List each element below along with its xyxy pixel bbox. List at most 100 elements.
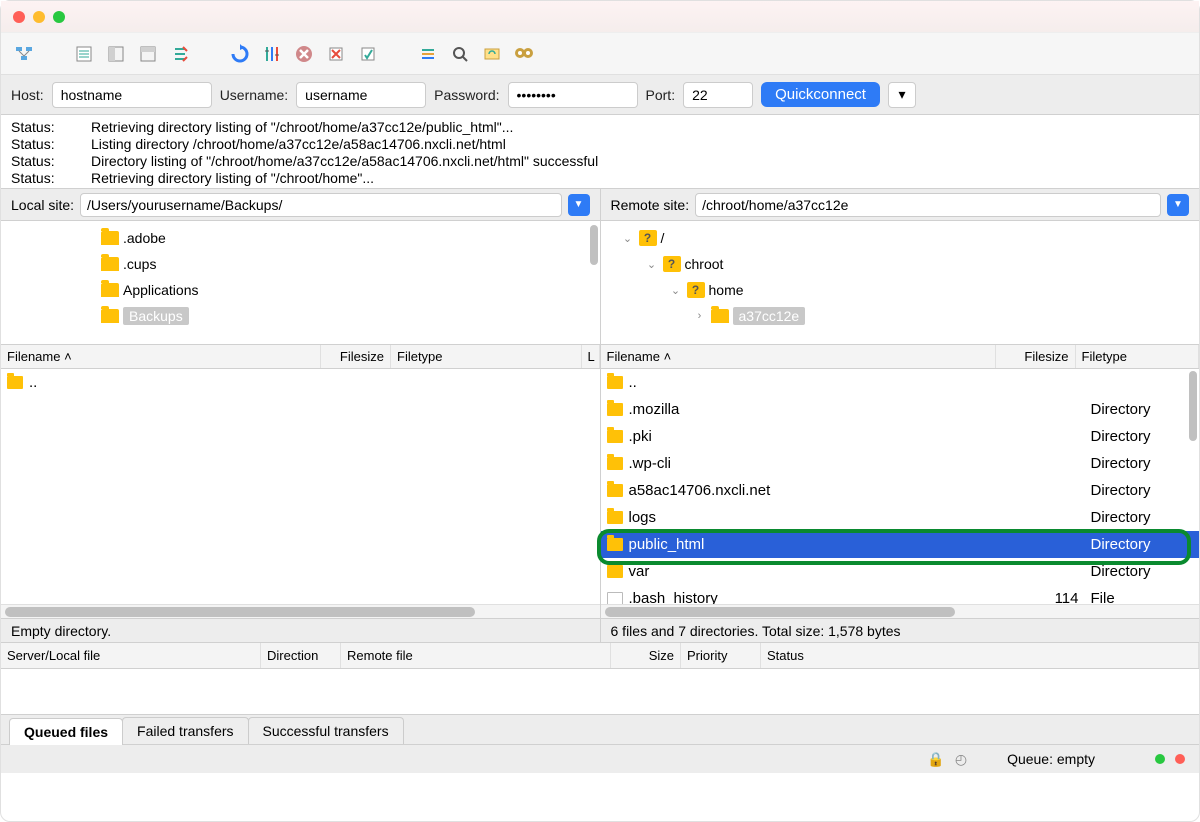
minimize-icon[interactable] [33,11,45,23]
filter-icon[interactable] [415,41,441,67]
list-item[interactable]: .bash_history114File [601,585,1200,604]
tree-label: .adobe [123,230,166,246]
tree-node-chroot[interactable]: chroot [685,256,724,272]
folder-unknown-icon: ? [639,230,657,246]
local-files-body[interactable]: .. [1,369,600,604]
file-name: .wp-cli [629,455,999,472]
list-item[interactable]: .pkiDirectory [601,423,1200,450]
tree-node[interactable]: Backups [1,303,600,329]
list-item[interactable]: public_htmlDirectory [601,531,1200,558]
zoom-icon[interactable] [53,11,65,23]
col-last[interactable]: L [582,345,600,368]
disclosure-icon[interactable]: ⌄ [621,232,635,245]
col-priority[interactable]: Priority [681,643,761,668]
local-path-dropdown[interactable]: ▼ [568,194,590,216]
local-path-input[interactable] [80,193,561,217]
col-filename[interactable]: Filename [7,349,60,364]
folder-unknown-icon: ? [687,282,705,298]
toggle-remote-tree-icon[interactable] [135,41,161,67]
list-item[interactable]: a58ac14706.nxcli.net Directory [601,477,1200,504]
tree-node[interactable]: .adobe [1,225,600,251]
tree-node[interactable]: Applications [1,277,600,303]
col-status[interactable]: Status [761,643,1199,668]
cancel-icon[interactable] [291,41,317,67]
quickconnect-bar: Host: Username: Password: Port: Quickcon… [1,75,1199,115]
port-input[interactable] [683,82,753,108]
lock-icon[interactable]: 🔒 [927,751,944,768]
process-queue-icon[interactable] [259,41,285,67]
local-file-list: Filename ˄ Filesize Filetype L .. [1,345,601,618]
folder-icon [101,257,119,271]
remote-file-list: Filename ˄ Filesize Filetype ...mozillaD… [601,345,1200,618]
refresh-icon[interactable] [227,41,253,67]
col-filetype[interactable]: Filetype [1076,345,1200,368]
list-item[interactable]: .. [601,369,1200,396]
local-list-header[interactable]: Filename ˄ Filesize Filetype L [1,345,600,369]
log-text: Directory listing of "/chroot/home/a37cc… [91,153,598,170]
file-name: a58ac14706.nxcli.net [629,482,999,499]
tab-queued-files[interactable]: Queued files [9,718,123,745]
file-type: Directory [1091,428,1151,445]
tree-node-selected[interactable]: a37cc12e [733,307,806,325]
password-input[interactable] [508,82,638,108]
file-type: Directory [1091,482,1151,499]
disclosure-icon[interactable]: › [693,310,707,322]
list-item[interactable]: varDirectory [601,558,1200,585]
remote-tree[interactable]: ⌄?/ ⌄?chroot ⌄?home ›a37cc12e [601,221,1200,344]
tab-failed-transfers[interactable]: Failed transfers [122,717,248,744]
tree-node[interactable]: .cups [1,251,600,277]
disclosure-icon[interactable]: ⌄ [669,284,683,297]
remote-files-body[interactable]: ...mozillaDirectory.pkiDirectory.wp-cliD… [601,369,1200,604]
status-bar: 🔒 ◴ Queue: empty [1,745,1199,773]
folder-icon [7,376,23,389]
list-item[interactable]: .wp-cliDirectory [601,450,1200,477]
scrollbar-icon[interactable] [590,225,598,265]
col-filesize[interactable]: Filesize [321,345,391,368]
folder-icon [101,309,119,323]
quickconnect-button[interactable]: Quickconnect [761,82,880,107]
quickconnect-history-dropdown[interactable]: ▾ [888,82,916,108]
disconnect-icon[interactable] [323,41,349,67]
col-filename[interactable]: Filename [607,349,660,364]
tree-label: .cups [123,256,156,272]
horizontal-scrollbar[interactable] [1,604,600,618]
file-icon [607,592,623,604]
col-filesize[interactable]: Filesize [996,345,1076,368]
host-input[interactable] [52,82,212,108]
scrollbar-icon[interactable] [1189,371,1197,441]
reconnect-icon[interactable] [355,41,381,67]
remote-path-dropdown[interactable]: ▼ [1167,194,1189,216]
col-server[interactable]: Server/Local file [1,643,261,668]
directory-compare-icon[interactable] [447,41,473,67]
horizontal-scrollbar[interactable] [601,604,1200,618]
sync-browse-icon[interactable] [479,41,505,67]
col-filetype[interactable]: Filetype [391,345,582,368]
folder-icon [607,484,623,497]
main-toolbar [1,33,1199,75]
tab-successful-transfers[interactable]: Successful transfers [248,717,404,744]
tree-node-root[interactable]: / [661,230,665,246]
toggle-log-icon[interactable] [71,41,97,67]
file-name: .mozilla [629,401,999,418]
username-input[interactable] [296,82,426,108]
list-item[interactable]: logsDirectory [601,504,1200,531]
disclosure-icon[interactable]: ⌄ [645,258,659,271]
queue-body[interactable] [1,669,1199,715]
toggle-local-tree-icon[interactable] [103,41,129,67]
queue-header[interactable]: Server/Local file Direction Remote file … [1,643,1199,669]
toggle-queue-icon[interactable] [167,41,193,67]
col-direction[interactable]: Direction [261,643,341,668]
list-item[interactable]: .mozillaDirectory [601,396,1200,423]
col-remote[interactable]: Remote file [341,643,611,668]
list-item[interactable]: .. [1,369,600,396]
search-icon[interactable] [511,41,537,67]
local-tree[interactable]: .adobe .cups ApplicationsBackups [1,221,600,344]
remote-list-header[interactable]: Filename ˄ Filesize Filetype [601,345,1200,369]
site-manager-icon[interactable] [11,41,37,67]
remote-site-label: Remote site: [611,197,690,213]
close-icon[interactable] [13,11,25,23]
message-log[interactable]: Status:Retrieving directory listing of "… [1,115,1199,189]
tree-node-home[interactable]: home [709,282,744,298]
col-size[interactable]: Size [611,643,681,668]
remote-path-input[interactable] [695,193,1161,217]
